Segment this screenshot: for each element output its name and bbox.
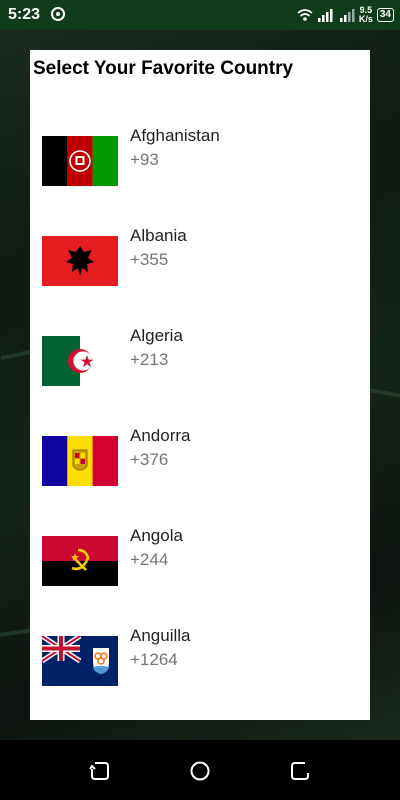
signal-icon — [317, 9, 333, 22]
country-name: Andorra — [130, 426, 191, 445]
afghanistan-flag-icon — [42, 136, 118, 186]
status-time: 5:23 — [8, 6, 41, 23]
country-item-algeria[interactable]: Algeria +213 — [30, 310, 370, 410]
status-bar: 5:23 9.5 K/s 34 — [0, 0, 400, 30]
anguilla-flag-icon — [42, 636, 118, 686]
country-item-albania[interactable]: Albania +355 — [30, 210, 370, 310]
hotspot-icon — [51, 7, 65, 21]
country-name: Angola — [130, 526, 183, 545]
net-speed-unit: K/s — [358, 14, 373, 24]
home-icon[interactable] — [189, 760, 211, 782]
country-code: +1264 — [130, 650, 178, 669]
dialog-title: Select Your Favorite Country — [33, 58, 294, 79]
country-name: Algeria — [130, 326, 183, 345]
recents-icon[interactable] — [89, 760, 111, 782]
country-list[interactable]: Afghanistan +93 Albania +355 Algeria +21… — [30, 110, 370, 710]
country-code: +93 — [130, 150, 159, 169]
country-name: Afghanistan — [130, 126, 220, 145]
angola-flag-icon — [42, 536, 118, 586]
country-name: Albania — [130, 226, 187, 245]
country-name: Anguilla — [130, 626, 191, 645]
battery-icon: 34 — [376, 8, 394, 22]
algeria-flag-icon — [42, 336, 118, 386]
country-code: +355 — [130, 250, 169, 269]
navigation-bar — [0, 740, 400, 800]
wifi-icon — [297, 9, 313, 21]
country-code: +376 — [130, 450, 169, 469]
country-code: +213 — [130, 350, 169, 369]
country-picker-dialog: Select Your Favorite Country Afghanistan… — [30, 50, 370, 720]
country-item-andorra[interactable]: Andorra +376 — [30, 410, 370, 510]
net-speed: 9.5 K/s — [359, 6, 373, 24]
country-item-afghanistan[interactable]: Afghanistan +93 — [30, 110, 370, 210]
albania-flag-icon — [42, 236, 118, 286]
back-icon[interactable] — [289, 760, 311, 782]
status-icons: 9.5 K/s 34 — [297, 4, 394, 26]
andorra-flag-icon — [42, 436, 118, 486]
signal-icon-2 — [339, 9, 355, 22]
country-item-anguilla[interactable]: Anguilla +1264 — [30, 610, 370, 710]
country-code: +244 — [130, 550, 169, 569]
country-item-angola[interactable]: Angola +244 — [30, 510, 370, 610]
